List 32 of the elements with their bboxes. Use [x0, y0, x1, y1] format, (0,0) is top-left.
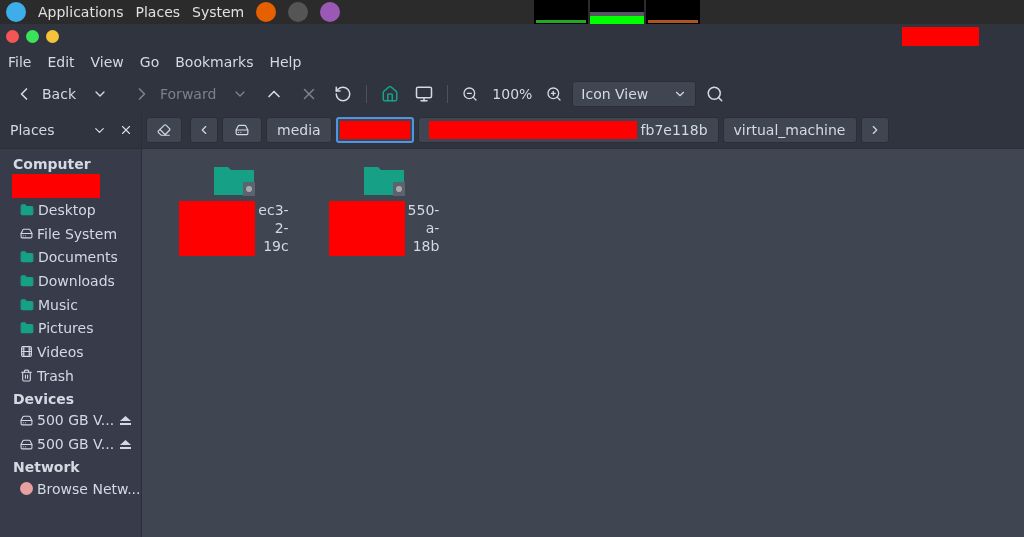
folder-name: ec3- 2- 19c	[258, 201, 289, 255]
sidebar-item[interactable]: 500 GB V...	[37, 436, 115, 453]
sidebar-item[interactable]: Pictures	[38, 320, 94, 337]
menu-item[interactable]: Bookmarks	[167, 54, 262, 70]
back-button[interactable]: Back	[8, 80, 82, 108]
section-heading: Devices	[12, 389, 76, 409]
view-dropdown[interactable]: Icon View	[572, 81, 697, 107]
menu-item[interactable]: Go	[131, 54, 168, 70]
menu-item[interactable]: View	[82, 54, 132, 70]
path-crumb[interactable]: media	[266, 117, 332, 143]
path-crumb[interactable]: virtual_machine	[722, 117, 857, 143]
zoom-level: 100%	[491, 86, 534, 102]
sidebar-item[interactable]: Music	[38, 296, 78, 313]
sidebar-title: Places	[10, 122, 56, 138]
menu-item[interactable]: Help	[261, 54, 310, 70]
sidebar-item[interactable]: Downloads	[38, 272, 115, 289]
folder-name: 550- a- 18b	[407, 201, 440, 255]
sidebar-item[interactable]: Trash	[37, 367, 74, 384]
section-heading: Network	[12, 457, 81, 477]
sidebar-item[interactable]: Desktop	[38, 201, 96, 218]
section-heading: Computer	[12, 155, 92, 174]
panel-menu[interactable]: System	[192, 4, 245, 20]
menu-item[interactable]: Edit	[39, 54, 83, 70]
sidebar-item[interactable]: File System	[37, 225, 118, 242]
path-crumb[interactable]: fb7e118b	[640, 122, 708, 138]
panel-menu[interactable]: Places	[135, 4, 181, 20]
menu-item[interactable]: File	[0, 54, 40, 70]
sidebar-item[interactable]: 500 GB V...	[37, 412, 115, 429]
sidebar-item[interactable]: Browse Netw...	[37, 480, 141, 497]
panel-menu[interactable]: Applications	[38, 4, 124, 20]
sidebar-item[interactable]: Videos	[37, 343, 84, 360]
sidebar-item[interactable]: Documents	[38, 249, 118, 266]
